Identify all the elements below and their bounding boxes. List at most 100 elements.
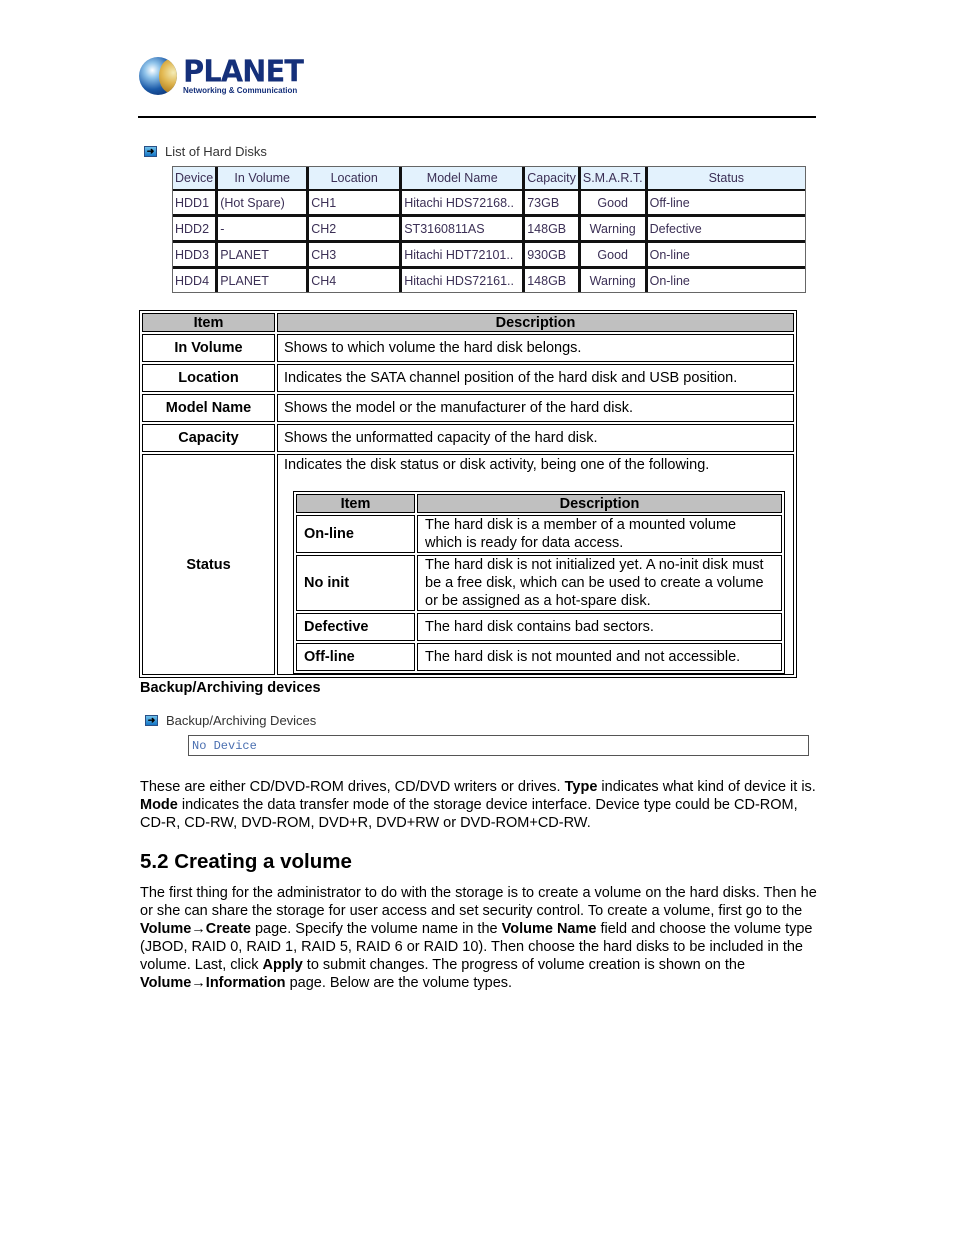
cell-in-volume: (Hot Spare) — [218, 191, 310, 217]
cell-capacity: 148GB — [525, 217, 581, 243]
text: The first thing for the administrator to… — [140, 885, 817, 919]
globe-logo-icon — [139, 57, 177, 95]
arrow-right-icon: ➜ — [144, 146, 157, 157]
text: page. Specify the volume name in the — [250, 921, 502, 937]
bold-term: Volume→Information — [140, 975, 286, 991]
item-description-table: Item Description In Volume Shows to whic… — [139, 310, 797, 678]
arrow-right-icon: ➜ — [145, 715, 158, 726]
hard-disks-caption-text: List of Hard Disks — [165, 144, 267, 159]
table-row: Capacity Shows the unformatted capacity … — [142, 424, 794, 452]
hard-disk-row: HDD1 (Hot Spare) CH1 Hitachi HDS72168.. 73GB… — [173, 191, 805, 217]
cell-capacity: 148GB — [525, 269, 581, 292]
hard-disk-row: HDD2- CH2 ST3160811AS 148GB Warning Defective — [173, 217, 805, 243]
cell-capacity: 73GB — [525, 191, 581, 217]
text: indicates what kind of device it is. — [597, 779, 816, 795]
col-location: Location — [309, 167, 403, 191]
desc-item: Location — [142, 364, 275, 392]
status-item: On-line — [296, 515, 415, 553]
status-header-description: Description — [417, 494, 782, 513]
bold-term: Type — [564, 779, 598, 795]
status-item: Defective — [296, 613, 415, 641]
planet-logo: PLANET Networking & Communication — [139, 53, 304, 97]
desc-header-description: Description — [277, 313, 794, 332]
section-paragraph: The first thing for the administrator to… — [140, 884, 818, 992]
cell-capacity: 930GB — [525, 243, 581, 269]
text: indicates the data transfer mode of the … — [140, 797, 798, 831]
hard-disk-row: HDD3 PLANET CH3 Hitachi HDT72101.. 930GB Good… — [173, 243, 805, 269]
cell-model-name: Hitachi HDS72168.. — [402, 191, 526, 217]
cell-device: HDD4 — [173, 269, 219, 292]
cell-status: Defective — [647, 217, 805, 243]
col-smart: S.M.A.R.T. — [580, 167, 648, 191]
table-row: Off-line The hard disk is not mounted an… — [296, 643, 782, 671]
cell-in-volume: PLANET — [218, 269, 310, 292]
hard-disk-row: HDD4 PLANET CH4 Hitachi HDS72161.. 148GB Warn… — [173, 269, 805, 292]
cell-in-volume: PLANET — [218, 243, 310, 269]
status-text: The hard disk is not initialized yet. A … — [417, 555, 782, 611]
section-title: 5.2 Creating a volume — [140, 850, 352, 873]
hard-disks-caption: ➜ List of Hard Disks — [144, 144, 267, 159]
cell-model-name: ST3160811AS — [402, 217, 526, 243]
logo-name: PLANET — [183, 53, 304, 89]
backup-caption-text: Backup/Archiving Devices — [166, 713, 317, 728]
hard-disks-table: Device In Volume Location Model Name Cap… — [172, 166, 806, 293]
cell-device: HDD3 — [173, 243, 219, 269]
bold-term: Volume→Create — [140, 921, 251, 937]
table-row: In Volume Shows to which volume the hard… — [142, 334, 794, 362]
cell-model-name: Hitachi HDS72161.. — [402, 269, 526, 292]
cell-in-volume: - — [218, 217, 310, 243]
backup-heading: Backup/Archiving devices — [140, 680, 321, 696]
cell-smart: Warning — [580, 217, 648, 243]
cell-smart: Good — [580, 191, 648, 217]
status-values-table: Item Description On-line The hard disk i… — [293, 491, 785, 674]
table-row: Status Indicates the disk status or disk… — [142, 454, 794, 675]
status-text: The hard disk contains bad sectors. — [417, 613, 782, 641]
col-device: Device — [173, 167, 219, 191]
cell-status: Off-line — [647, 191, 805, 217]
backup-paragraph: These are either CD/DVD-ROM drives, CD/D… — [140, 778, 820, 832]
text: These are either CD/DVD-ROM drives, CD/D… — [140, 779, 565, 795]
cell-location: CH1 — [309, 191, 403, 217]
table-row: On-line The hard disk is a member of a m… — [296, 515, 782, 553]
cell-model-name: Hitachi HDT72101.. — [402, 243, 526, 269]
status-text: The hard disk is a member of a mounted v… — [417, 515, 782, 553]
col-model-name: Model Name — [402, 167, 526, 191]
table-row: Location Indicates the SATA channel posi… — [142, 364, 794, 392]
desc-text: Shows the model or the manufacturer of t… — [277, 394, 794, 422]
desc-item: Model Name — [142, 394, 275, 422]
cell-smart: Warning — [581, 269, 648, 292]
col-capacity: Capacity — [525, 167, 581, 191]
cell-location: CH2 — [309, 217, 403, 243]
status-intro: Indicates the disk status or disk activi… — [284, 457, 710, 473]
status-description-cell: Indicates the disk status or disk activi… — [277, 454, 794, 675]
table-row: No init The hard disk is not initialized… — [296, 555, 782, 611]
cell-location: CH3 — [309, 243, 403, 269]
backup-devices-box: No Device — [188, 735, 809, 756]
desc-item: Status — [142, 454, 275, 675]
bold-term: Volume Name — [501, 921, 597, 937]
desc-text: Shows to which volume the hard disk belo… — [277, 334, 794, 362]
cell-device: HDD1 — [173, 191, 219, 217]
col-status: Status — [647, 167, 805, 191]
cell-location: CH4 — [309, 269, 403, 292]
status-text: The hard disk is not mounted and not acc… — [417, 643, 782, 671]
backup-caption: ➜ Backup/Archiving Devices — [145, 713, 316, 728]
status-item: No init — [296, 555, 415, 611]
desc-item: Capacity — [142, 424, 275, 452]
desc-header-item: Item — [142, 313, 275, 332]
status-item: Off-line — [296, 643, 415, 671]
desc-item: In Volume — [142, 334, 275, 362]
table-row: Defective The hard disk contains bad sec… — [296, 613, 782, 641]
header-divider — [138, 116, 816, 118]
desc-text: Indicates the SATA channel position of t… — [277, 364, 794, 392]
text: page. Below are the volume types. — [285, 975, 513, 991]
cell-device: HDD2 — [173, 217, 219, 243]
bold-term: Mode — [140, 797, 178, 813]
cell-status: On-line — [649, 273, 690, 288]
text: to submit changes. The progress of volum… — [302, 957, 746, 973]
cell-status: On-line — [647, 243, 805, 269]
cell-smart: Good — [580, 243, 648, 269]
status-header-item: Item — [296, 494, 415, 513]
col-in-volume: In Volume — [218, 167, 310, 191]
bold-term: Apply — [262, 957, 303, 973]
